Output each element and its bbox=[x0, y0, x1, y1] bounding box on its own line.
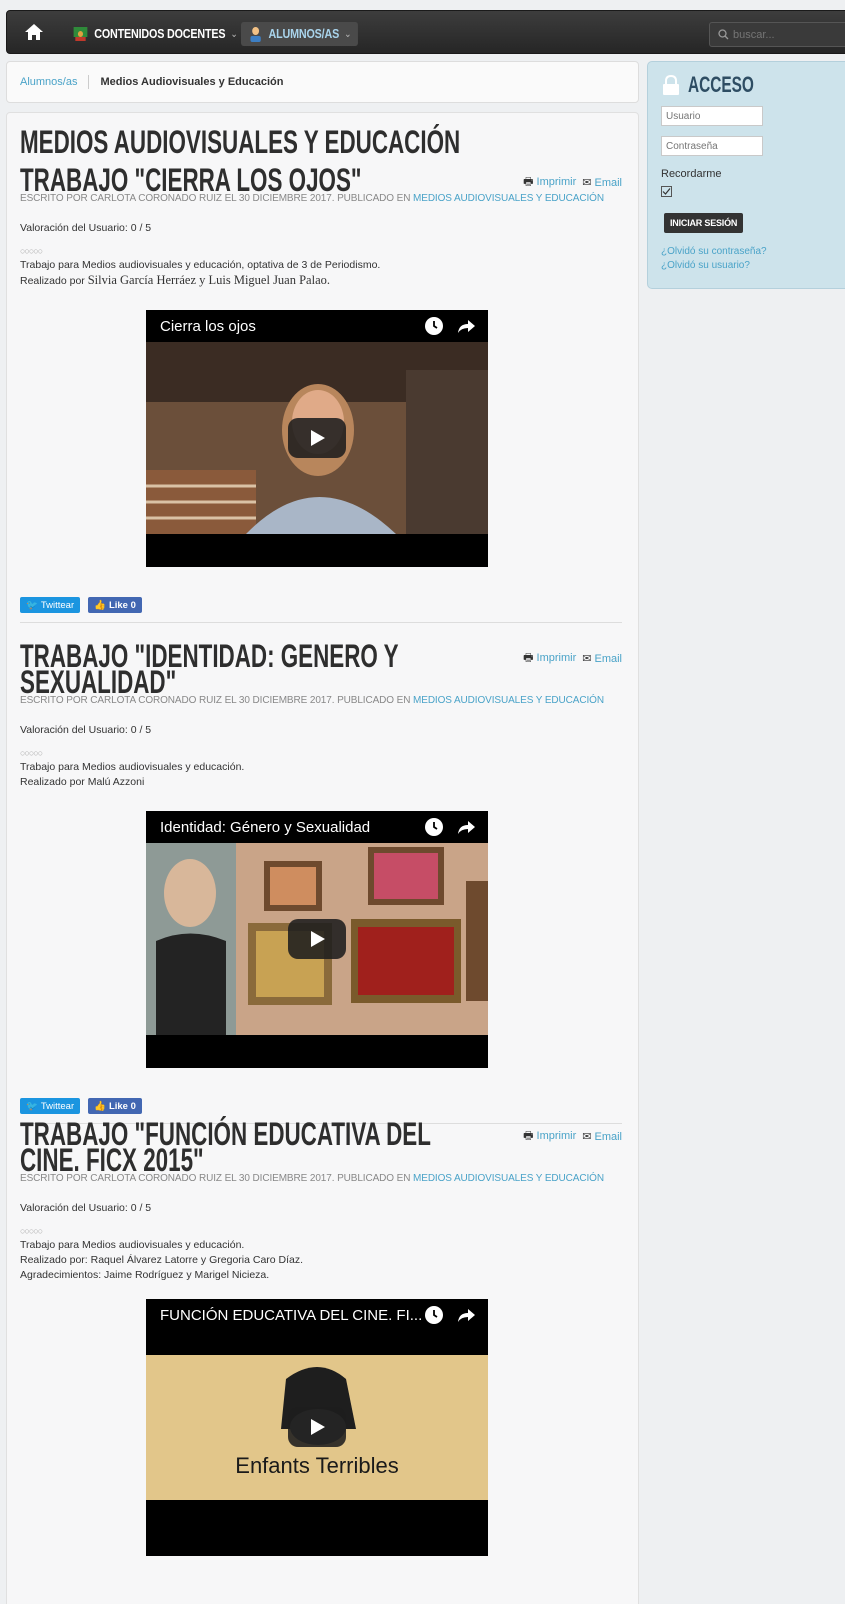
checkmark-icon bbox=[662, 188, 671, 195]
facebook-like-button[interactable]: 👍 Like 0 bbox=[88, 597, 142, 613]
top-navbar: CONTENIDOS DOCENTES ⌄ ALUMNOS/AS ⌄ bbox=[6, 10, 845, 54]
breadcrumb-separator bbox=[88, 75, 90, 89]
social-buttons: 🐦 Twittear 👍 Like 0 bbox=[20, 597, 622, 613]
print-link[interactable]: 🖶 Imprimir bbox=[523, 1127, 576, 1146]
twitter-button[interactable]: 🐦 Twittear bbox=[20, 597, 81, 613]
article-title[interactable]: TRABAJO "CIERRA LOS OJOS" bbox=[20, 164, 510, 196]
rating-stars[interactable]: ○○○○○ bbox=[20, 246, 622, 256]
remember-label: Recordarme bbox=[661, 168, 722, 180]
play-button[interactable] bbox=[288, 418, 346, 458]
user-rating: Valoración del Usuario: 0 / 5 bbox=[20, 1202, 152, 1214]
article-divider bbox=[20, 622, 622, 623]
breadcrumb-link-alumnos[interactable]: Alumnos/as bbox=[20, 76, 77, 88]
password-input[interactable] bbox=[661, 136, 763, 156]
nav-alumnos[interactable]: ALUMNOS/AS ⌄ bbox=[241, 22, 359, 46]
home-icon[interactable] bbox=[23, 22, 45, 42]
username-input[interactable] bbox=[661, 106, 763, 126]
video-header: Identidad: Género y Sexualidad bbox=[146, 811, 488, 843]
student-icon bbox=[250, 27, 261, 42]
envelope-icon: ✉ bbox=[582, 653, 592, 665]
twitter-icon: 🐦 bbox=[26, 599, 38, 611]
twitter-button[interactable]: 🐦 Twittear bbox=[20, 1098, 81, 1114]
nav-contenidos-docentes[interactable]: CONTENIDOS DOCENTES ⌄ bbox=[65, 22, 244, 46]
article-body: Trabajo para Medios audiovisuales y educ… bbox=[20, 761, 245, 788]
chevron-down-icon: ⌄ bbox=[230, 28, 238, 40]
thumbs-up-icon: 👍 bbox=[94, 1100, 106, 1112]
social-buttons: 🐦 Twittear 👍 Like 0 bbox=[20, 1098, 622, 1114]
video-header: Cierra los ojos bbox=[146, 310, 488, 342]
article-tools: 🖶 Imprimir ✉ Email bbox=[523, 649, 622, 668]
share-icon[interactable] bbox=[456, 817, 476, 837]
email-link[interactable]: ✉ Email bbox=[582, 176, 622, 189]
article-title[interactable]: TRABAJO "FUNCIÓN EDUCATIVA DEL CINE. FIC… bbox=[20, 1118, 482, 1176]
rating-stars[interactable]: ○○○○○ bbox=[20, 1226, 622, 1236]
category-link[interactable]: MEDIOS AUDIOVISUALES Y EDUCACIÓN bbox=[413, 695, 604, 706]
login-header: ACCESO bbox=[662, 72, 782, 98]
video-player[interactable]: Identidad: Género y Sexualidad bbox=[146, 811, 488, 1068]
page-title: MEDIOS AUDIOVISUALES Y EDUCACIÓN bbox=[20, 124, 461, 160]
article-tools: 🖶 Imprimir ✉ Email bbox=[523, 173, 622, 192]
breadcrumb: Alumnos/as Medios Audiovisuales y Educac… bbox=[6, 61, 639, 103]
search-input[interactable] bbox=[733, 28, 843, 41]
envelope-icon: ✉ bbox=[582, 177, 592, 189]
login-title: ACCESO bbox=[688, 72, 754, 97]
clock-icon[interactable] bbox=[424, 817, 444, 837]
article: TRABAJO "CIERRA LOS OJOS" 🖶 Imprimir ✉ Ema… bbox=[20, 164, 622, 623]
login-button[interactable]: INICIAR SESIÓN bbox=[664, 213, 744, 233]
thumbs-up-icon: 👍 bbox=[94, 599, 106, 611]
user-rating: Valoración del Usuario: 0 / 5 bbox=[20, 222, 152, 234]
twitter-icon: 🐦 bbox=[26, 1100, 38, 1112]
nav-contenidos-label: CONTENIDOS DOCENTES bbox=[94, 27, 226, 41]
article: TRABAJO "IDENTIDAD: GENERO Y SEXUALIDAD"… bbox=[20, 640, 622, 1124]
category-link[interactable]: MEDIOS AUDIOVISUALES Y EDUCACIÓN bbox=[413, 1173, 604, 1184]
share-icon[interactable] bbox=[456, 1305, 476, 1325]
printer-icon: 🖶 bbox=[523, 652, 534, 664]
breadcrumb-current: Medios Audiovisuales y Educación bbox=[100, 76, 284, 88]
clock-icon[interactable] bbox=[424, 316, 444, 336]
video-title[interactable]: Cierra los ojos bbox=[160, 318, 424, 335]
remember-checkbox[interactable] bbox=[661, 186, 672, 197]
video-caption: Enfants Terribles bbox=[235, 1453, 399, 1478]
envelope-icon: ✉ bbox=[582, 1131, 592, 1143]
facebook-like-button[interactable]: 👍 Like 0 bbox=[88, 1098, 142, 1114]
category-link[interactable]: MEDIOS AUDIOVISUALES Y EDUCACIÓN bbox=[413, 193, 604, 204]
email-link[interactable]: ✉ Email bbox=[582, 1130, 622, 1143]
play-button[interactable] bbox=[288, 919, 346, 959]
clock-icon[interactable] bbox=[424, 1305, 444, 1325]
article-body: Trabajo para Medios audiovisuales y educ… bbox=[20, 259, 381, 287]
video-player[interactable]: Enfants Terribles FUNCIÓN EDUCATIVA DEL … bbox=[146, 1299, 488, 1556]
video-player[interactable]: Cierra los ojos bbox=[146, 310, 488, 567]
lock-icon bbox=[663, 75, 679, 95]
article-tools: 🖶 Imprimir ✉ Email bbox=[523, 1127, 622, 1146]
print-link[interactable]: 🖶 Imprimir bbox=[523, 649, 576, 668]
printer-icon: 🖶 bbox=[523, 176, 534, 188]
video-title[interactable]: Identidad: Género y Sexualidad bbox=[160, 819, 424, 836]
print-link[interactable]: 🖶 Imprimir bbox=[523, 173, 576, 192]
teacher-icon bbox=[73, 27, 88, 41]
video-header: FUNCIÓN EDUCATIVA DEL CINE. FI... bbox=[146, 1299, 488, 1331]
user-rating: Valoración del Usuario: 0 / 5 bbox=[20, 724, 152, 736]
rating-stars[interactable]: ○○○○○ bbox=[20, 748, 622, 758]
play-button[interactable] bbox=[288, 1407, 346, 1447]
video-title[interactable]: FUNCIÓN EDUCATIVA DEL CINE. FI... bbox=[160, 1307, 424, 1324]
search-icon bbox=[718, 29, 729, 40]
article: TRABAJO "FUNCIÓN EDUCATIVA DEL CINE. FIC… bbox=[20, 1118, 622, 1556]
printer-icon: 🖶 bbox=[523, 1130, 534, 1142]
forgot-password-link[interactable]: ¿Olvidó su contraseña? bbox=[661, 246, 767, 257]
main-content: MEDIOS AUDIOVISUALES Y EDUCACIÓN TRABAJO… bbox=[6, 112, 639, 1604]
nav-alumnos-label: ALUMNOS/AS bbox=[268, 27, 340, 41]
article-title[interactable]: TRABAJO "IDENTIDAD: GENERO Y SEXUALIDAD" bbox=[20, 640, 510, 698]
search-box[interactable] bbox=[709, 22, 845, 47]
forgot-username-link[interactable]: ¿Olvidó su usuario? bbox=[661, 260, 750, 271]
email-link[interactable]: ✉ Email bbox=[582, 652, 622, 665]
article-body: Trabajo para Medios audiovisuales y educ… bbox=[20, 1239, 304, 1281]
share-icon[interactable] bbox=[456, 316, 476, 336]
login-module: ACCESO Recordarme INICIAR SESIÓN ¿Olvidó… bbox=[647, 61, 845, 289]
chevron-down-icon: ⌄ bbox=[344, 28, 352, 40]
